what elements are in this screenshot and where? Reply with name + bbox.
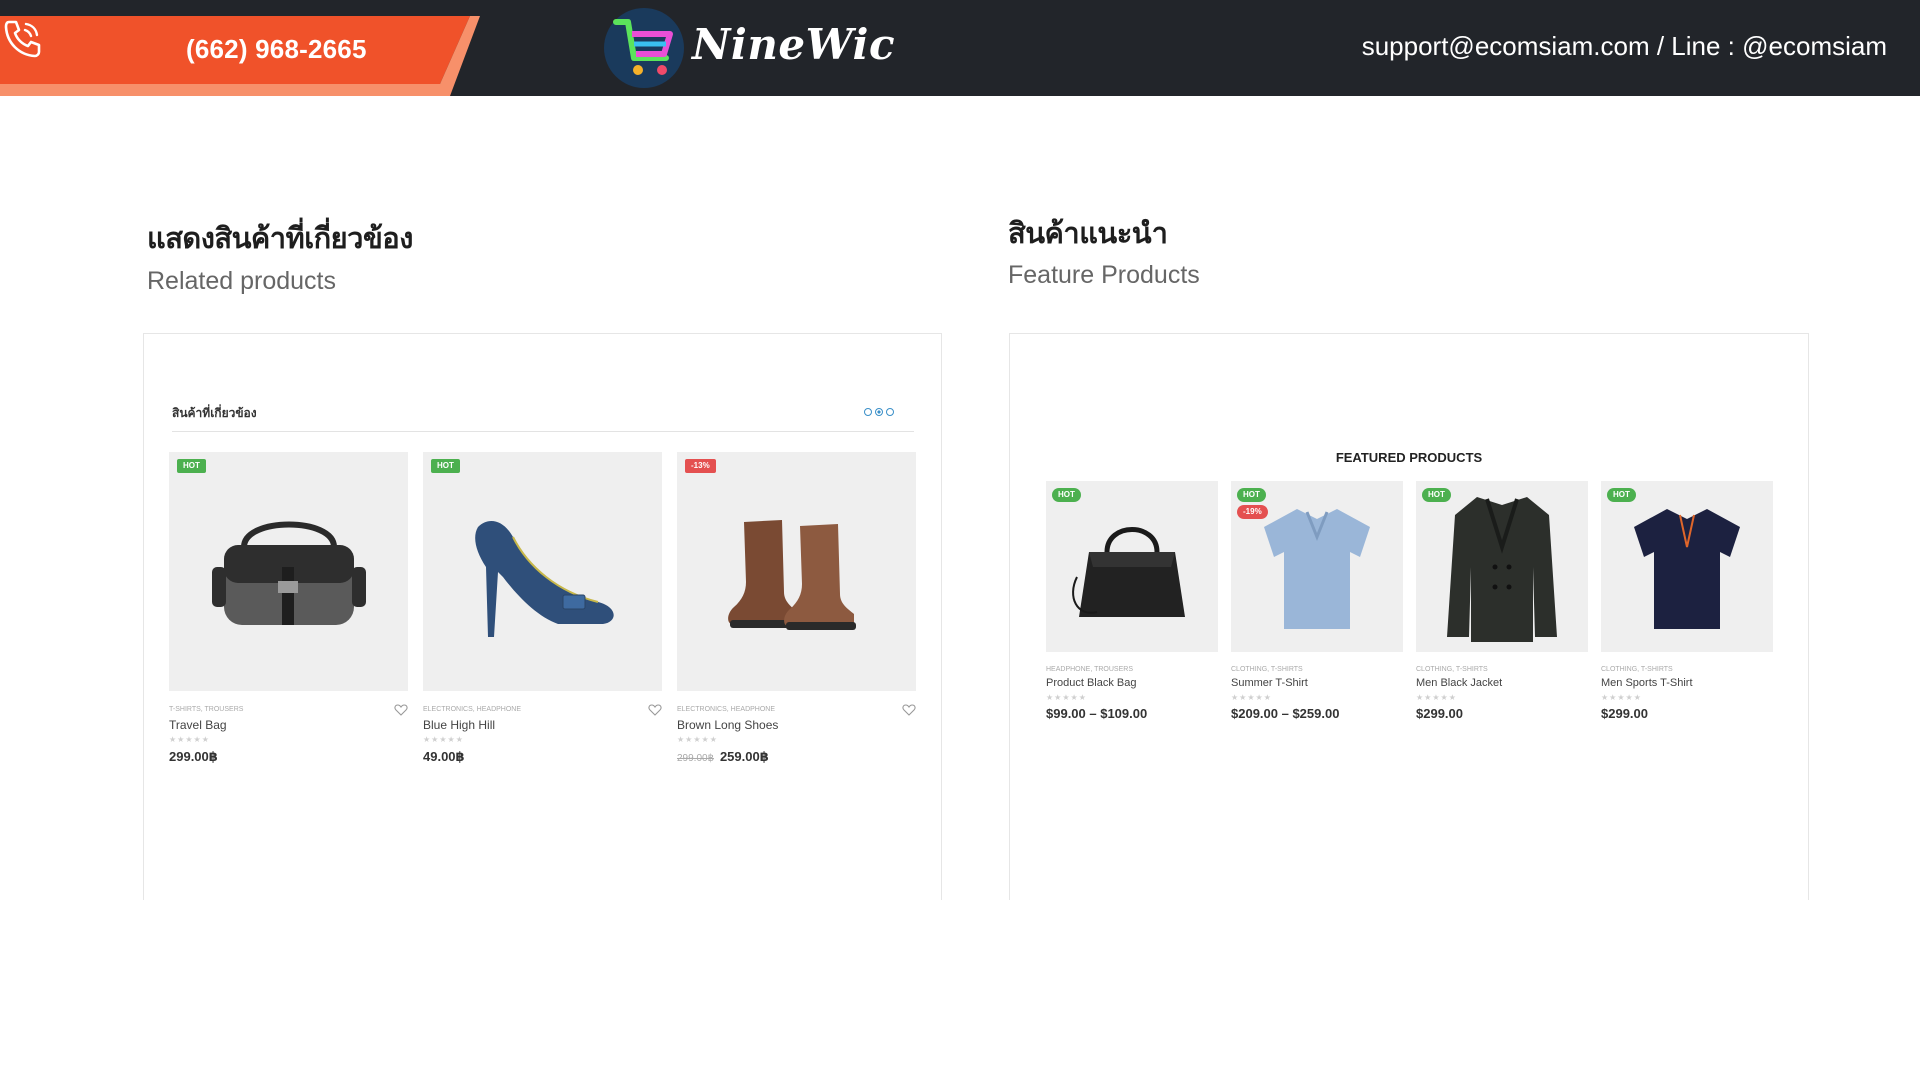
product-card[interactable]: HOT ELECTRONICS, HEADPHONE Blue High Hil…: [423, 452, 662, 782]
product-category[interactable]: T-SHIRTS, TROUSERS: [169, 706, 243, 713]
featured-products-preview: FEATURED PRODUCTS HOT HEADPHONE, TROUSER…: [1009, 333, 1809, 900]
product-category[interactable]: ELECTRONICS, HEADPHONE: [677, 706, 775, 713]
contact-info[interactable]: support@ecomsiam.com / Line : @ecomsiam: [1362, 31, 1887, 62]
product-category[interactable]: CLOTHING, T-SHIRTS: [1416, 666, 1488, 673]
travel-bag-icon[interactable]: [169, 452, 408, 691]
product-name[interactable]: Blue High Hill: [423, 718, 495, 732]
product-card[interactable]: HOT -19% CLOTHING, T-SHIRTS Summer T-Shi…: [1231, 481, 1403, 731]
hot-badge: HOT: [1422, 488, 1451, 502]
wishlist-heart-icon[interactable]: [902, 703, 916, 717]
boots-icon[interactable]: [677, 452, 916, 691]
product-price: 49.00฿: [423, 749, 465, 765]
product-card[interactable]: HOT T-SHIRTS, TROUSERS Travel Bag ★★★★★ …: [169, 452, 408, 782]
discount-badge: -13%: [685, 459, 716, 473]
rating-stars: ★★★★★: [1046, 693, 1087, 702]
rating-stars: ★★★★★: [423, 735, 464, 744]
featured-panel-heading: FEATURED PRODUCTS: [1335, 450, 1483, 465]
top-bar: (662) 968-2665 NineWic support@ecomsiam.…: [0, 0, 1920, 96]
hot-badge: HOT: [1237, 488, 1266, 502]
price-value: 49.00฿: [423, 749, 465, 764]
rating-stars: ★★★★★: [677, 735, 718, 744]
related-title-english: Related products: [147, 267, 337, 295]
related-products-preview: สินค้าที่เกี่ยวข้อง HOT T-SHIRTS, TROUSE…: [143, 333, 942, 900]
product-price: $99.00 – $109.00: [1046, 706, 1148, 721]
price-value: 259.00฿: [719, 749, 769, 764]
wishlist-heart-icon[interactable]: [394, 703, 408, 717]
high-heel-icon[interactable]: [423, 452, 662, 691]
old-price: 299.00฿: [677, 753, 714, 764]
product-card[interactable]: HOT HEADPHONE, TROUSERS Product Black Ba…: [1046, 481, 1218, 731]
product-name[interactable]: Product Black Bag: [1046, 677, 1137, 689]
product-price: 299.00฿ 259.00฿: [677, 749, 769, 765]
handbag-icon[interactable]: [1046, 481, 1218, 652]
product-name[interactable]: Men Sports T-Shirt: [1601, 677, 1693, 689]
product-price: $299.00: [1416, 706, 1463, 721]
jacket-icon[interactable]: [1416, 481, 1588, 652]
product-category[interactable]: HEADPHONE, TROUSERS: [1046, 666, 1133, 673]
carousel-dot[interactable]: [864, 408, 872, 416]
hot-badge: HOT: [1052, 488, 1081, 502]
hot-badge: HOT: [177, 459, 206, 473]
hot-badge: HOT: [1607, 488, 1636, 502]
carousel-dot-active[interactable]: [875, 408, 883, 416]
carousel-dots[interactable]: [864, 408, 894, 416]
product-price: $299.00: [1601, 706, 1648, 721]
cart-logo-icon: [604, 8, 684, 88]
product-category[interactable]: CLOTHING, T-SHIRTS: [1601, 666, 1673, 673]
product-category[interactable]: CLOTHING, T-SHIRTS: [1231, 666, 1303, 673]
phone-banner[interactable]: (662) 968-2665: [0, 16, 480, 96]
product-card[interactable]: HOT CLOTHING, T-SHIRTS Men Sports T-Shir…: [1601, 481, 1773, 731]
phone-number[interactable]: (662) 968-2665: [186, 34, 367, 65]
featured-title-thai: สินค้าแนะนำ: [1008, 218, 1168, 250]
product-name[interactable]: Men Black Jacket: [1416, 677, 1502, 689]
related-panel-heading: สินค้าที่เกี่ยวข้อง: [172, 406, 257, 420]
price-value: 299.00฿: [169, 749, 218, 764]
brand-name: NineWic: [692, 20, 896, 69]
wishlist-heart-icon[interactable]: [648, 703, 662, 717]
heading-divider: [172, 431, 914, 432]
product-name[interactable]: Brown Long Shoes: [677, 718, 778, 732]
phone-icon: [4, 20, 41, 58]
product-name[interactable]: Summer T-Shirt: [1231, 677, 1308, 689]
featured-title-english: Feature Products: [1008, 261, 1200, 289]
rating-stars: ★★★★★: [1231, 693, 1272, 702]
product-price: $209.00 – $259.00: [1231, 706, 1340, 721]
rating-stars: ★★★★★: [1601, 693, 1642, 702]
product-price: 299.00฿: [169, 749, 218, 765]
rating-stars: ★★★★★: [169, 735, 210, 744]
product-card[interactable]: -13% ELECTRONICS, HEADPHONE Brown Long S…: [677, 452, 916, 782]
product-name[interactable]: Travel Bag: [169, 718, 227, 732]
product-card[interactable]: HOT CLOTHING, T-SHIRTS Men Black Jacket …: [1416, 481, 1588, 731]
polo-shirt-icon[interactable]: [1601, 481, 1773, 652]
discount-badge: -19%: [1237, 505, 1268, 519]
carousel-dot[interactable]: [886, 408, 894, 416]
hot-badge: HOT: [431, 459, 460, 473]
product-category[interactable]: ELECTRONICS, HEADPHONE: [423, 706, 521, 713]
related-title-thai: แสดงสินค้าที่เกี่ยวข้อง: [147, 223, 413, 255]
rating-stars: ★★★★★: [1416, 693, 1457, 702]
brand-logo[interactable]: NineWic: [600, 6, 895, 90]
